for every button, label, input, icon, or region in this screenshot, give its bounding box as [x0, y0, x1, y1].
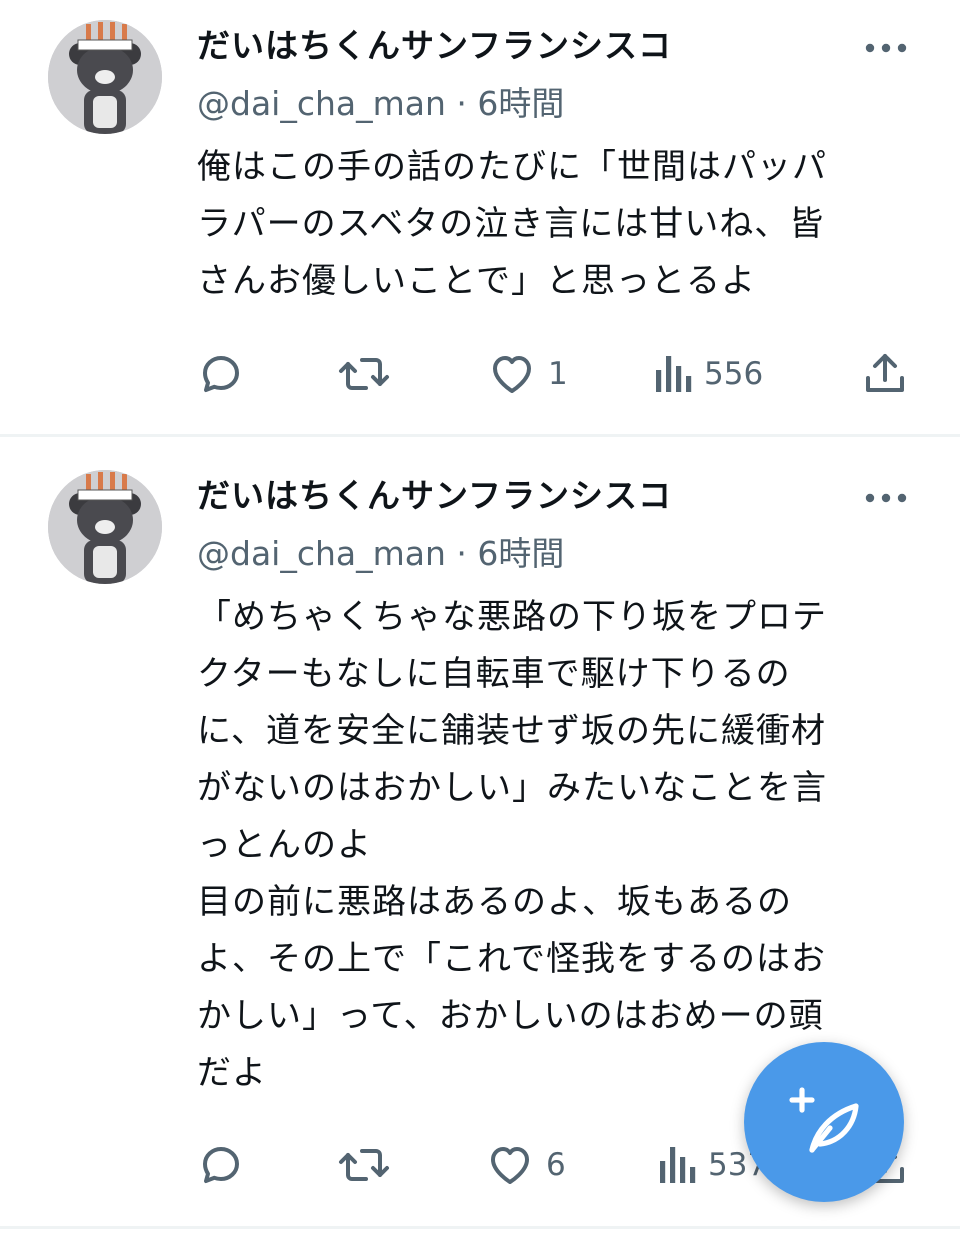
avatar[interactable] — [48, 470, 162, 584]
handle[interactable]: @dai_cha_man — [197, 84, 446, 123]
bear-avatar-icon — [48, 20, 162, 134]
like-button[interactable]: 1 — [488, 344, 568, 404]
more-horizontal-icon — [865, 43, 907, 53]
share-upload-icon — [866, 354, 904, 392]
compose-button[interactable] — [744, 1042, 904, 1202]
tweet-actions: 1 556 — [0, 344, 960, 404]
views-count: 556 — [704, 356, 764, 392]
like-button[interactable]: 6 — [486, 1135, 566, 1195]
tweet-text: 「めちゃくちゃな悪路の下り坂をプロテ クターもなしに自転車で駆け下りるの に、道… — [197, 597, 827, 1093]
tweet-meta: @dai_cha_man · 6時間 — [197, 84, 564, 124]
avatar[interactable] — [48, 20, 162, 134]
heart-icon — [491, 1147, 529, 1184]
retweet-button[interactable] — [338, 344, 402, 404]
reply-button[interactable] — [197, 344, 257, 404]
heart-icon — [493, 356, 531, 393]
display-name[interactable]: だいはちくんサンフランシスコ — [197, 26, 672, 66]
views-bar-chart-icon — [660, 1147, 696, 1183]
tweet[interactable]: だいはちくんサンフランシスコ @dai_cha_man · 6時間 俺はこの手の… — [0, 0, 960, 436]
bear-avatar-icon — [48, 470, 162, 584]
timestamp[interactable]: 6時間 — [477, 534, 564, 573]
tweet-text: 俺はこの手の話のたびに「世間はパッパ ラパーのスベタの泣き言には甘いね、皆 さん… — [197, 147, 827, 301]
reply-bubble-icon — [203, 1147, 239, 1183]
more-horizontal-icon — [865, 493, 907, 503]
views-button[interactable]: 556 — [652, 344, 763, 404]
retweet-icon — [339, 358, 389, 390]
more-button[interactable] — [862, 36, 910, 60]
tweet-meta: @dai_cha_man · 6時間 — [197, 534, 564, 574]
share-button[interactable] — [862, 344, 908, 404]
compose-feather-plus-icon — [789, 1087, 859, 1153]
more-button[interactable] — [862, 486, 910, 510]
display-name[interactable]: だいはちくんサンフランシスコ — [197, 476, 672, 516]
handle[interactable]: @dai_cha_man — [197, 534, 446, 573]
like-count: 6 — [546, 1147, 566, 1183]
reply-bubble-icon — [203, 356, 239, 392]
meta-separator: · — [456, 534, 467, 573]
like-count: 1 — [548, 356, 568, 392]
meta-separator: · — [456, 84, 467, 123]
reply-button[interactable] — [197, 1135, 257, 1195]
tweet-divider — [0, 1226, 960, 1229]
retweet-icon — [339, 1149, 389, 1181]
views-bar-chart-icon — [656, 356, 692, 392]
retweet-button[interactable] — [338, 1135, 402, 1195]
timestamp[interactable]: 6時間 — [477, 84, 564, 123]
